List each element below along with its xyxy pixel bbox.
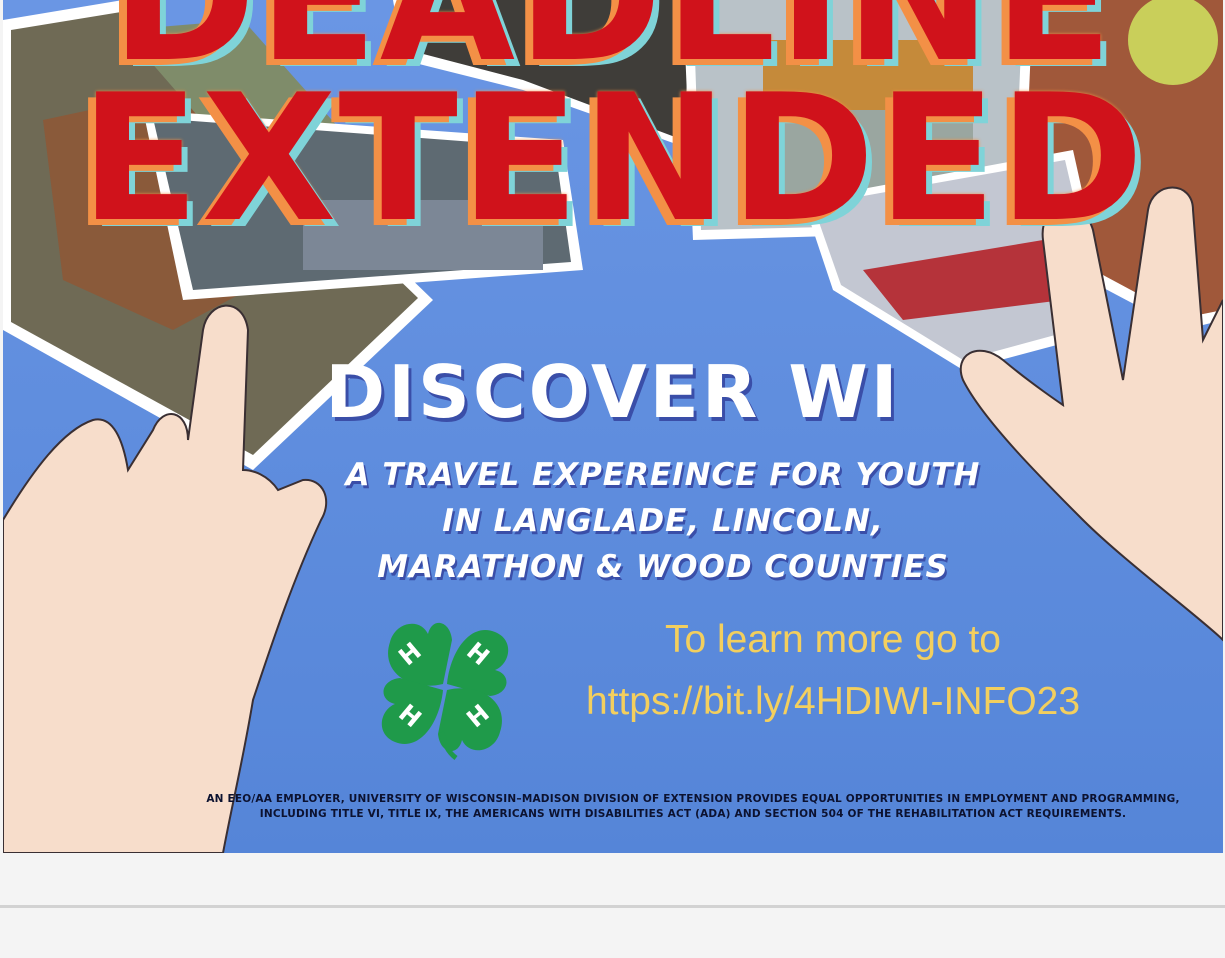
4h-clover-icon: H H H H: [381, 622, 509, 760]
headline-extended: EXTENDED: [80, 58, 1146, 261]
poster-subtitle: A TRAVEL EXPEREINCE FOR YOUTH IN LANGLAD…: [345, 457, 981, 585]
cta-text: To learn more go to: [664, 618, 1001, 661]
poster-title: DISCOVER WI: [325, 350, 901, 434]
section-divider: [0, 905, 1225, 908]
poster-image: DEADLINE EXTENDED DISCOVER WI A TRAVEL E…: [3, 0, 1223, 853]
cta-url: https://bit.ly/4HDIWI-INFO23: [585, 680, 1081, 723]
eeo-disclaimer: AN EEO/AA EMPLOYER, UNIVERSITY OF WISCON…: [206, 793, 1180, 820]
